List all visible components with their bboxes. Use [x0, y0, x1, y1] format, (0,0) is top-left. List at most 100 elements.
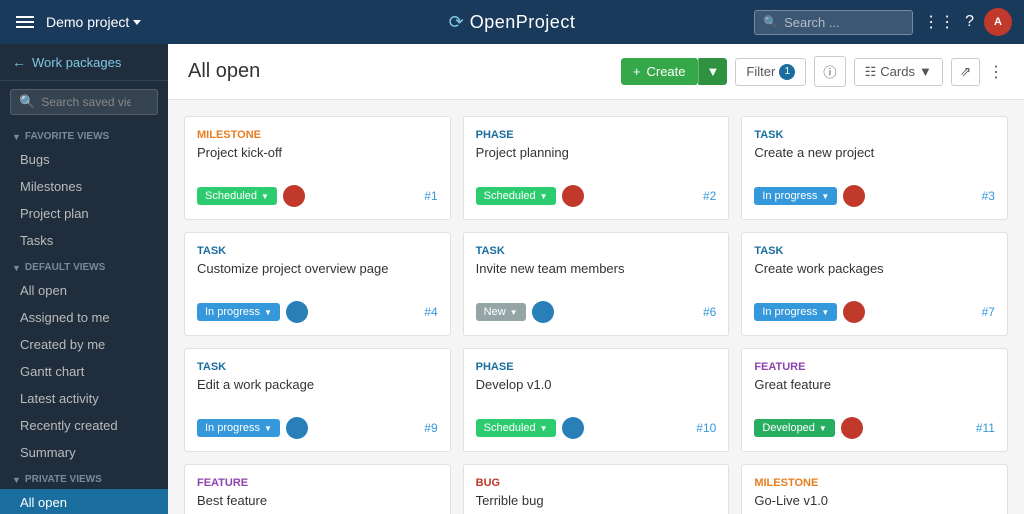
card-title: Project planning [476, 145, 717, 177]
card-item[interactable]: FEATURE Best feature Specified ▼ #12 [184, 464, 451, 514]
sidebar: ← Work packages 🔍 ▼ FAVORITE VIEWS Bugs … [0, 44, 168, 514]
global-search-box[interactable]: 🔍 [754, 10, 913, 35]
create-dropdown-button[interactable]: ▼ [698, 58, 728, 85]
help-icon[interactable]: ? [965, 13, 974, 31]
create-button-group: + Create ▼ [621, 58, 728, 85]
sidebar-item-tasks[interactable]: Tasks [0, 227, 168, 254]
status-badge[interactable]: In progress ▼ [754, 187, 837, 205]
card-item[interactable]: FEATURE Great feature Developed ▼ #11 [741, 348, 1008, 452]
expand-icon: ⇗ [960, 64, 971, 79]
status-badge[interactable]: New ▼ [476, 303, 526, 321]
card-item[interactable]: TASK Customize project overview page In … [184, 232, 451, 336]
status-badge[interactable]: Developed ▼ [754, 419, 835, 437]
expand-button[interactable]: ⇗ [951, 58, 980, 86]
status-dropdown-icon: ▼ [264, 424, 272, 433]
sidebar-item-bugs[interactable]: Bugs [0, 146, 168, 173]
card-item[interactable]: MILESTONE Go-Live v1.0 Scheduled ▼ #14 [741, 464, 1008, 514]
card-type: FEATURE [754, 361, 995, 373]
search-input[interactable] [784, 15, 904, 30]
card-type: MILESTONE [197, 129, 438, 141]
sidebar-item-project-plan[interactable]: Project plan [0, 200, 168, 227]
card-footer: In progress ▼ #9 [197, 417, 438, 439]
header-actions: + Create ▼ Filter 1 ⓘ ☷ Cards [621, 56, 1004, 87]
status-badge[interactable]: Scheduled ▼ [197, 187, 277, 205]
sidebar-item-gantt-chart[interactable]: Gantt chart [0, 358, 168, 385]
back-arrow-icon: ← [12, 54, 26, 70]
status-badge[interactable]: In progress ▼ [197, 419, 280, 437]
sidebar-search-input[interactable] [41, 95, 131, 109]
top-nav-right: 🔍 ⋮⋮ ? A [754, 8, 1012, 36]
grid-icon[interactable]: ⋮⋮ [923, 12, 955, 32]
main-layout: ← Work packages 🔍 ▼ FAVORITE VIEWS Bugs … [0, 44, 1024, 514]
project-name[interactable]: Demo project [46, 14, 141, 30]
card-avatar [843, 185, 865, 207]
cards-button[interactable]: ☷ Cards ▼ [854, 58, 943, 86]
card-item[interactable]: PHASE Develop v1.0 Scheduled ▼ #10 [463, 348, 730, 452]
sidebar-item-recently-created[interactable]: Recently created [0, 412, 168, 439]
sidebar-item-latest-activity[interactable]: Latest activity [0, 385, 168, 412]
card-title: Best feature [197, 493, 438, 514]
card-item[interactable]: BUG Terrible bug Confirmed ▼ #13 [463, 464, 730, 514]
card-avatar [841, 417, 863, 439]
status-badge[interactable]: Scheduled ▼ [476, 187, 556, 205]
status-dropdown-icon: ▼ [540, 192, 548, 201]
more-options-button[interactable]: ⋮ [988, 62, 1004, 82]
sidebar-search-box[interactable]: 🔍 [10, 89, 158, 115]
card-title: Create work packages [754, 261, 995, 293]
top-nav: Demo project ⟳ OpenProject 🔍 ⋮⋮ ? A [0, 0, 1024, 44]
hamburger-icon[interactable] [12, 12, 38, 32]
card-footer: In progress ▼ #7 [754, 301, 995, 323]
sidebar-back-button[interactable]: ← Work packages [0, 44, 168, 81]
status-badge[interactable]: In progress ▼ [754, 303, 837, 321]
card-title: Great feature [754, 377, 995, 409]
sidebar-item-assigned-to-me[interactable]: Assigned to me [0, 304, 168, 331]
card-avatar [286, 301, 308, 323]
card-type: TASK [754, 129, 995, 141]
card-item[interactable]: MILESTONE Project kick-off Scheduled ▼ #… [184, 116, 451, 220]
card-number: #9 [424, 421, 437, 435]
card-item[interactable]: TASK Create work packages In progress ▼ … [741, 232, 1008, 336]
card-left: In progress ▼ [197, 301, 308, 323]
status-dropdown-icon: ▼ [510, 308, 518, 317]
caret-icon: ▼ [12, 132, 21, 142]
info-icon: ⓘ [823, 65, 836, 80]
caret-icon: ▼ [12, 475, 21, 485]
card-type: BUG [476, 477, 717, 489]
card-title: Develop v1.0 [476, 377, 717, 409]
status-badge[interactable]: Scheduled ▼ [476, 419, 556, 437]
top-nav-center: ⟳ OpenProject [449, 12, 576, 33]
card-item[interactable]: TASK Create a new project In progress ▼ … [741, 116, 1008, 220]
card-footer: New ▼ #6 [476, 301, 717, 323]
card-type: TASK [197, 361, 438, 373]
avatar[interactable]: A [984, 8, 1012, 36]
filter-button[interactable]: Filter 1 [735, 58, 806, 86]
info-button[interactable]: ⓘ [814, 56, 845, 87]
status-dropdown-icon: ▼ [819, 424, 827, 433]
create-button[interactable]: + Create [621, 58, 698, 85]
card-footer: Scheduled ▼ #2 [476, 185, 717, 207]
card-left: Scheduled ▼ [197, 185, 305, 207]
sidebar-item-private-all-open[interactable]: All open [0, 489, 168, 514]
card-item[interactable]: TASK Edit a work package In progress ▼ #… [184, 348, 451, 452]
card-avatar [286, 417, 308, 439]
card-title: Create a new project [754, 145, 995, 177]
card-item[interactable]: PHASE Project planning Scheduled ▼ #2 [463, 116, 730, 220]
sidebar-item-milestones[interactable]: Milestones [0, 173, 168, 200]
status-dropdown-icon: ▼ [540, 424, 548, 433]
sidebar-item-summary[interactable]: Summary [0, 439, 168, 466]
sidebar-item-all-open[interactable]: All open [0, 277, 168, 304]
sidebar-section-default: ▼ DEFAULT VIEWS [0, 254, 168, 277]
card-number: #4 [424, 305, 437, 319]
status-badge[interactable]: In progress ▼ [197, 303, 280, 321]
card-number: #2 [703, 189, 716, 203]
content-header: All open + Create ▼ Filter 1 ⓘ [168, 44, 1024, 100]
status-dropdown-icon: ▼ [264, 308, 272, 317]
top-nav-left: Demo project [12, 12, 141, 32]
card-title: Go-Live v1.0 [754, 493, 995, 514]
card-footer: In progress ▼ #3 [754, 185, 995, 207]
card-title: Customize project overview page [197, 261, 438, 293]
card-item[interactable]: TASK Invite new team members New ▼ #6 [463, 232, 730, 336]
filter-badge: 1 [779, 64, 795, 80]
sidebar-item-created-by-me[interactable]: Created by me [0, 331, 168, 358]
project-dropdown-icon [133, 20, 141, 25]
